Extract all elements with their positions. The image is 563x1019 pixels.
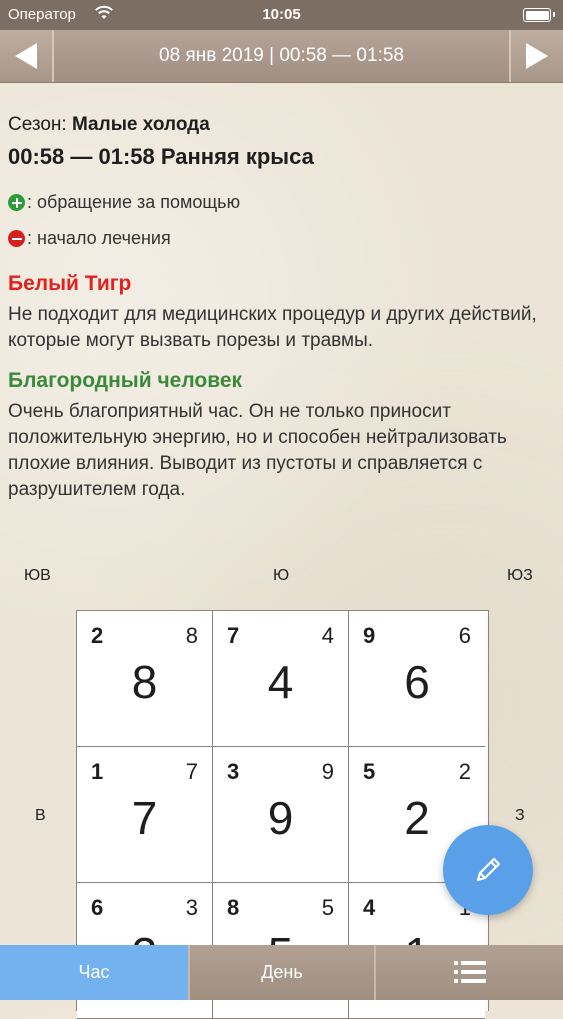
hour-title: 00:58 — 01:58 Ранняя крыса: [8, 144, 314, 169]
cell-top-left-number: 5: [363, 759, 376, 784]
direction-east: В: [35, 807, 46, 824]
cell-center-number: 6: [404, 656, 430, 708]
cell-center-number: 9: [267, 792, 294, 844]
cell-top-left-number: 4: [363, 895, 376, 920]
cell-top-left-number: 2: [91, 623, 104, 648]
cell-top-left-number: 6: [91, 895, 104, 920]
season-label: Сезон:: [8, 114, 67, 135]
cell-top-right-number: 4: [321, 623, 334, 648]
legend-treatment: : начало лечения: [8, 228, 553, 249]
tab-day[interactable]: День: [188, 945, 376, 1000]
cell-top-left-number: 7: [227, 623, 240, 648]
section-text: Не подходит для медицинских процедур и д…: [8, 304, 537, 351]
cell-top-right-number: 6: [458, 623, 471, 648]
grid-cell: 9 6 6: [349, 611, 485, 747]
next-hour-button[interactable]: [509, 30, 563, 82]
nav-title: 08 янв 2019 | 00:58 — 01:58: [159, 45, 404, 66]
minus-circle-icon: [8, 230, 25, 247]
tab-bar: Час День: [0, 945, 563, 1000]
cell-top-left-number: 8: [227, 895, 240, 920]
cell-center-number: 8: [131, 656, 158, 708]
tab-list[interactable]: [376, 945, 563, 1000]
cell-top-left-number: 3: [227, 759, 240, 784]
grid-cell: 1 7 7: [77, 747, 213, 883]
cell-center-number: 4: [267, 656, 294, 708]
pencil-icon: [476, 857, 501, 882]
nav-bar: 08 янв 2019 | 00:58 — 01:58: [0, 30, 563, 83]
direction-south: Ю: [273, 567, 290, 584]
section-text: Очень благоприятный час. Он не только пр…: [8, 401, 507, 500]
list-icon: [453, 961, 486, 983]
status-bar: Оператор 10:05: [0, 0, 563, 30]
direction-southeast: ЮВ: [24, 567, 51, 584]
grid-cell: 7 4 4: [213, 611, 349, 747]
direction-southwest: ЮЗ: [507, 567, 533, 584]
plus-circle-icon: [8, 194, 25, 211]
chevron-left-icon: [15, 43, 37, 69]
tab-hour[interactable]: Час: [0, 945, 188, 1000]
season-line: Сезон: Малые холода: [8, 114, 553, 136]
season-value: Малые холода: [72, 114, 210, 135]
cell-top-right-number: 9: [321, 759, 334, 784]
chevron-right-icon: [526, 43, 548, 69]
legend-treatment-text: : начало лечения: [27, 228, 171, 248]
hour-details: Сезон: Малые холода 00:58 — 01:58 Ранняя…: [8, 82, 553, 503]
cell-top-right-number: 8: [185, 623, 198, 648]
section-title: Белый Тигр: [8, 272, 132, 295]
grid-cell: 3 9 9: [213, 747, 349, 883]
cell-top-right-number: 2: [458, 759, 471, 784]
direction-west: З: [515, 807, 525, 824]
cell-top-left-number: 1: [91, 759, 104, 784]
cell-top-right-number: 7: [185, 759, 198, 784]
battery-icon: [523, 8, 555, 22]
status-time: 10:05: [262, 6, 301, 23]
prev-hour-button[interactable]: [0, 30, 54, 82]
cell-top-right-number: 5: [321, 895, 334, 920]
legend-help: : обращение за помощью: [8, 192, 553, 213]
legend-help-text: : обращение за помощью: [27, 192, 241, 212]
cell-top-left-number: 9: [363, 623, 376, 648]
edit-button[interactable]: [443, 825, 533, 915]
section-title: Благородный человек: [8, 369, 243, 392]
cell-center-number: 7: [131, 792, 158, 844]
cell-top-right-number: 3: [185, 895, 198, 920]
grid-cell: 2 8 8: [77, 611, 213, 747]
